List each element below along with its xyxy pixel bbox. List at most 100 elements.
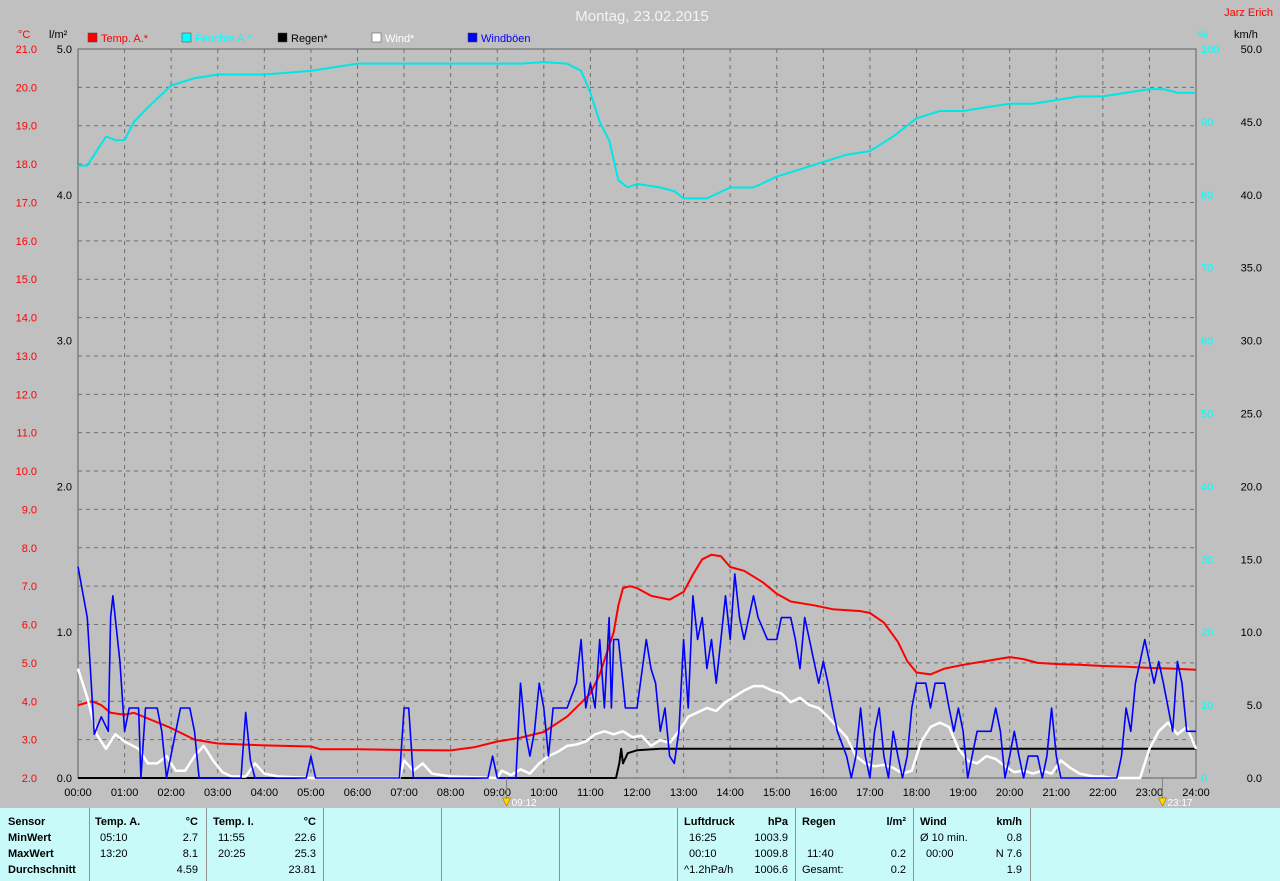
x-tick-label: 18:00 bbox=[903, 787, 931, 799]
x-tick-label: 15:00 bbox=[763, 787, 791, 799]
pressure-header: Luftdruck bbox=[684, 816, 735, 828]
x-tick-label: 00:00 bbox=[64, 787, 92, 799]
temp-a-max-value: 8.1 bbox=[182, 848, 198, 860]
temp-i-max-time: 20:25 bbox=[218, 848, 246, 860]
stats-panel: Sensor MinWert MaxWert Durchschnitt Temp… bbox=[0, 808, 1280, 881]
humidity-tick-label: 20 bbox=[1201, 627, 1213, 639]
humidity-tick-label: 100 bbox=[1201, 44, 1219, 56]
wind-avg-value: 1.9 bbox=[1006, 864, 1022, 876]
wind-unit: km/h bbox=[996, 816, 1022, 828]
divider bbox=[89, 808, 90, 881]
pressure-trend: ^1.2hPa/h bbox=[684, 864, 734, 876]
temp-a-avg-value: 4.59 bbox=[176, 864, 198, 876]
legend-swatch bbox=[467, 32, 478, 43]
x-tick-label: 05:00 bbox=[297, 787, 325, 799]
x-tick-label: 21:00 bbox=[1042, 787, 1070, 799]
pressure-max-time: 00:10 bbox=[689, 848, 717, 860]
temp-tick-label: 14.0 bbox=[16, 313, 37, 325]
rain-tick-label: 1.0 bbox=[57, 627, 72, 639]
legend-swatch bbox=[181, 32, 192, 43]
wind-tick-label: 40.0 bbox=[1241, 190, 1262, 202]
temp-a-min-value: 2.7 bbox=[182, 832, 198, 844]
pressure-max-value: 1009.8 bbox=[754, 848, 788, 860]
x-tick-label: 04:00 bbox=[251, 787, 279, 799]
divider bbox=[559, 808, 560, 881]
wind-tick-label: 20.0 bbox=[1241, 481, 1262, 493]
temp-tick-label: 9.0 bbox=[22, 504, 37, 516]
maxwert-label: MaxWert bbox=[8, 848, 54, 860]
rain-tick-label: 5.0 bbox=[57, 44, 72, 56]
temp-tick-label: 11.0 bbox=[16, 428, 37, 440]
x-tick-label: 22:00 bbox=[1089, 787, 1117, 799]
wind-header: Wind bbox=[920, 816, 947, 828]
temp-i-max-value: 25.3 bbox=[294, 848, 316, 860]
rain-max-time: 11:40 bbox=[807, 848, 834, 860]
wind-max-time: 00:00 bbox=[926, 848, 954, 860]
x-tick-label: 03:00 bbox=[204, 787, 232, 799]
x-tick-label: 19:00 bbox=[949, 787, 977, 799]
temp-tick-label: 10.0 bbox=[16, 466, 37, 478]
temp-tick-label: 8.0 bbox=[22, 543, 37, 555]
divider bbox=[1030, 808, 1031, 881]
author-label: Jarz Erich bbox=[1224, 7, 1273, 19]
temp-tick-label: 13.0 bbox=[16, 351, 37, 363]
x-tick-label: 14:00 bbox=[716, 787, 744, 799]
wind-tick-label: 5.0 bbox=[1247, 700, 1262, 712]
legend-item: Feuchte A.* bbox=[181, 32, 253, 45]
divider bbox=[441, 808, 442, 881]
marker-label: 23:17 bbox=[1167, 798, 1192, 808]
pressure-min-time: 16:25 bbox=[689, 832, 717, 844]
temp-i-avg-value: 23.81 bbox=[288, 864, 316, 876]
legend-item: Temp. A.* bbox=[87, 32, 149, 45]
temp-a-unit: °C bbox=[185, 816, 198, 828]
temp-unit-label: °C bbox=[18, 29, 30, 41]
rain-tick-label: 3.0 bbox=[57, 336, 72, 348]
rain-tick-label: 4.0 bbox=[57, 190, 72, 202]
temp-tick-label: 2.0 bbox=[22, 773, 37, 785]
legend-label: Wind* bbox=[385, 33, 415, 45]
wind-unit-label: km/h bbox=[1234, 29, 1258, 41]
legend-item: Regen* bbox=[277, 32, 328, 45]
legend-label: Regen* bbox=[291, 33, 328, 45]
x-tick-label: 17:00 bbox=[856, 787, 884, 799]
rain-tick-label: 2.0 bbox=[57, 481, 72, 493]
temp-a-header: Temp. A. bbox=[95, 816, 141, 828]
divider bbox=[913, 808, 914, 881]
pressure-min-value: 1003.9 bbox=[754, 832, 788, 844]
humidity-tick-label: 80 bbox=[1201, 190, 1213, 202]
legend-label: Windböen bbox=[481, 33, 531, 45]
rain-unit-label: l/m² bbox=[49, 29, 68, 41]
rain-unit: l/m² bbox=[886, 816, 906, 828]
x-tick-label: 12:00 bbox=[623, 787, 651, 799]
humidity-tick-label: 90 bbox=[1201, 117, 1213, 129]
temp-tick-label: 12.0 bbox=[16, 389, 37, 401]
temp-i-unit: °C bbox=[303, 816, 316, 828]
temp-tick-label: 20.0 bbox=[16, 82, 37, 94]
humidity-tick-label: 10 bbox=[1201, 700, 1213, 712]
legend-label: Feuchte A.* bbox=[195, 33, 253, 45]
pressure-avg-value: 1006.6 bbox=[754, 864, 788, 876]
legend-swatch bbox=[277, 32, 288, 43]
temp-tick-label: 4.0 bbox=[22, 696, 37, 708]
wind-tick-label: 50.0 bbox=[1241, 44, 1262, 56]
marker-label: 09:12 bbox=[512, 798, 537, 808]
humidity-tick-label: 0 bbox=[1201, 773, 1207, 785]
minwert-label: MinWert bbox=[8, 832, 52, 844]
marker-icon bbox=[502, 797, 511, 807]
x-tick-label: 02:00 bbox=[157, 787, 185, 799]
humidity-unit-label: % bbox=[1198, 29, 1208, 41]
temp-tick-label: 17.0 bbox=[16, 197, 37, 209]
legend-item: Wind* bbox=[371, 32, 415, 45]
x-tick-label: 06:00 bbox=[344, 787, 372, 799]
wind-avg10-value: 0.8 bbox=[1006, 832, 1022, 844]
temp-tick-label: 3.0 bbox=[22, 735, 37, 747]
x-tick-label: 11:00 bbox=[577, 787, 604, 799]
temp-i-header: Temp. I. bbox=[213, 816, 254, 828]
x-tick-label: 07:00 bbox=[390, 787, 418, 799]
divider bbox=[677, 808, 678, 881]
wind-tick-label: 10.0 bbox=[1241, 627, 1262, 639]
temp-a-min-time: 05:10 bbox=[100, 832, 128, 844]
divider bbox=[795, 808, 796, 881]
temp-i-min-time: 11:55 bbox=[218, 832, 245, 844]
x-tick-label: 08:00 bbox=[437, 787, 465, 799]
